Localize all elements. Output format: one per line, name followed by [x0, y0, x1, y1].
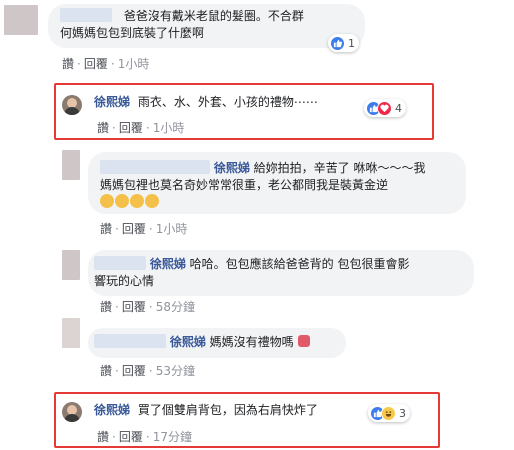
comment-bubble: 徐熙娣 哈哈。包包應該給爸爸背的 包包很重會影 響玩的心情: [88, 250, 474, 296]
commenter-name[interactable]: [94, 256, 146, 270]
like-link[interactable]: 讚: [100, 300, 112, 314]
avatar[interactable]: [62, 318, 80, 348]
reply-link[interactable]: 回覆: [84, 57, 108, 71]
comment-actions: 讚 · 回覆 · 53分鐘: [100, 364, 195, 378]
comment-actions: 讚 · 回覆 · 17分鐘: [97, 430, 192, 444]
timestamp[interactable]: 17分鐘: [153, 430, 192, 444]
comment-text: 何媽媽包包到底裝了什麼啊: [60, 26, 205, 40]
comment-text: 媽媽包裡也莫名奇妙常常很重，老公都問我是裝黃金逆: [100, 178, 389, 192]
avatar[interactable]: [62, 402, 82, 422]
reply-link[interactable]: 回覆: [119, 121, 143, 135]
comment-text: 雨衣、水、外套、小孩的禮物⋯⋯: [137, 95, 318, 109]
reaction-summary[interactable]: 4: [364, 99, 406, 117]
reaction-summary[interactable]: 1: [328, 34, 359, 52]
like-link[interactable]: 讚: [100, 222, 112, 236]
avatar[interactable]: [62, 150, 80, 180]
sweat-emoji-icon: [130, 194, 144, 208]
commenter-name[interactable]: 徐熙娣: [94, 95, 130, 109]
reaction-summary[interactable]: 3: [368, 404, 410, 422]
comment-text: 哈哈。包包應該給爸爸背的 包包很重會影: [189, 257, 410, 271]
reply-link[interactable]: 回覆: [122, 300, 146, 314]
commenter-name[interactable]: 徐熙娣: [94, 403, 130, 417]
comment-bubble: 徐熙娣 給妳拍拍，辛苦了 咻咻～～～我 媽媽包裡也莫名奇妙常常很重，老公都問我是…: [88, 152, 466, 214]
comment-actions: 讚 · 回覆 · 1小時: [62, 57, 150, 71]
gift-emoji-icon: [297, 335, 310, 347]
comment-actions: 讚 · 回覆 · 1小時: [97, 121, 185, 135]
timestamp[interactable]: 53分鐘: [156, 364, 195, 378]
love-reaction-icon: [377, 100, 392, 116]
like-reaction-icon: [330, 35, 345, 51]
commenter-name[interactable]: [60, 8, 112, 22]
reply-link[interactable]: 回覆: [122, 364, 146, 378]
emoji-row: [100, 194, 466, 210]
avatar[interactable]: [62, 95, 82, 115]
like-link[interactable]: 讚: [100, 364, 112, 378]
like-link[interactable]: 讚: [97, 121, 109, 135]
avatar[interactable]: [62, 250, 80, 280]
like-link[interactable]: 讚: [97, 430, 109, 444]
timestamp[interactable]: 1小時: [156, 222, 188, 236]
comment-line: 徐熙娣 雨衣、水、外套、小孩的禮物⋯⋯: [94, 94, 318, 111]
sweat-emoji-icon: [115, 194, 129, 208]
commenter-name[interactable]: [94, 334, 166, 348]
timestamp[interactable]: 58分鐘: [156, 300, 195, 314]
comment-text: 給妳拍拍，辛苦了 咻咻～～～我: [253, 161, 426, 175]
comment-actions: 讚 · 回覆 · 58分鐘: [100, 300, 195, 314]
comment-text: 買了個雙肩背包，因為右肩快炸了: [137, 403, 318, 417]
sweat-emoji-icon: [100, 194, 114, 208]
reply-link[interactable]: 回覆: [119, 430, 143, 444]
comment-text: 爸爸沒有戴米老鼠的髮圈。不合群: [123, 9, 304, 23]
commenter-name[interactable]: [100, 160, 210, 174]
comment-line: 徐熙娣 買了個雙肩背包，因為右肩快炸了: [94, 402, 318, 419]
comment-bubble: 爸爸沒有戴米老鼠的髮圈。不合群 何媽媽包包到底裝了什麼啊: [48, 4, 365, 48]
comment-text: 媽媽沒有禮物嗎: [209, 335, 294, 349]
haha-reaction-icon: [381, 405, 396, 421]
comment-bubble: 徐熙娣 媽媽沒有禮物嗎: [88, 328, 346, 358]
commenter-name[interactable]: 徐熙娣: [150, 257, 186, 271]
avatar[interactable]: [4, 5, 38, 35]
like-link[interactable]: 讚: [62, 57, 74, 71]
timestamp[interactable]: 1小時: [153, 121, 185, 135]
comment-text: 響玩的心情: [94, 274, 155, 288]
commenter-name[interactable]: 徐熙娣: [170, 335, 206, 349]
comment-actions: 讚 · 回覆 · 1小時: [100, 222, 188, 236]
sweat-emoji-icon: [145, 194, 159, 208]
timestamp[interactable]: 1小時: [118, 57, 150, 71]
commenter-name[interactable]: 徐熙娣: [214, 161, 250, 175]
reply-link[interactable]: 回覆: [122, 222, 146, 236]
